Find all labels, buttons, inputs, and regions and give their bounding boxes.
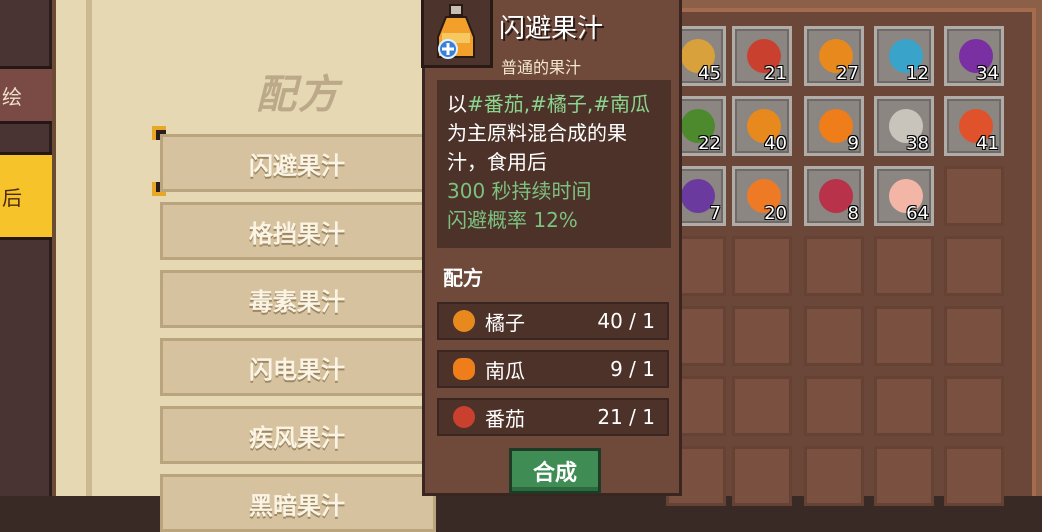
recipe-item-dodge-juice[interactable]: 闪避果汁 <box>160 134 436 192</box>
inventory-slot-empty[interactable] <box>944 166 1004 226</box>
item-count: 41 <box>976 133 999 154</box>
ingredient-qty: 21 / 1 <box>597 405 655 429</box>
item-count: 12 <box>906 63 929 84</box>
inventory-slot-empty[interactable] <box>804 446 864 506</box>
inventory-slot-empty[interactable] <box>874 236 934 296</box>
item-description: 以#番茄,#橘子,#南瓜 为主原料混合成的果 汁，食用后 300 秒持续时间 闪… <box>437 80 671 248</box>
inventory-slot-empty[interactable] <box>732 376 792 436</box>
item-count: 20 <box>764 203 787 224</box>
inventory-slot[interactable]: 34 <box>944 26 1004 86</box>
ingredient-row: 橘子 40 / 1 <box>437 302 669 340</box>
item-count: 40 <box>764 133 787 154</box>
inventory-slot-empty[interactable] <box>874 376 934 436</box>
item-title: 闪避果汁 <box>499 14 604 44</box>
recipe-item-toxin-juice[interactable]: 毒素果汁 <box>160 270 436 328</box>
inventory-slot-empty[interactable] <box>944 236 1004 296</box>
inventory-slot[interactable]: 41 <box>944 96 1004 156</box>
book-title: 配方 <box>256 72 340 118</box>
ingredient-row: 南瓜 9 / 1 <box>437 350 669 388</box>
item-count: 22 <box>698 133 721 154</box>
ingredient-qty: 9 / 1 <box>610 357 655 381</box>
inventory-slot-empty[interactable] <box>944 446 1004 506</box>
item-rarity: 普通的果汁 <box>501 58 582 77</box>
inventory-slot[interactable]: 20 <box>732 166 792 226</box>
tomato-icon <box>453 406 475 428</box>
inventory-slot-empty[interactable] <box>804 376 864 436</box>
item-tooltip: 闪避果汁 普通的果汁 以#番茄,#橘子,#南瓜 为主原料混合成的果 汁，食用后 … <box>421 0 682 496</box>
inventory-slot-empty[interactable] <box>732 446 792 506</box>
inventory-slot-empty[interactable] <box>804 306 864 366</box>
inventory-slot-empty[interactable] <box>732 236 792 296</box>
side-tab-label: 后 <box>2 185 22 210</box>
recipe-book: 配方 闪避果汁 格挡果汁 毒素果汁 闪电果汁 疾风果汁 黑暗果汁 <box>52 0 436 532</box>
inventory-slot-empty[interactable] <box>874 306 934 366</box>
desc-text: 汁，食用后 <box>447 150 547 174</box>
craft-button[interactable]: 合成 <box>509 448 601 494</box>
desc-text: 以 <box>447 92 467 116</box>
recipe-section-title: 配方 <box>443 266 483 290</box>
inventory-slot-empty[interactable] <box>804 236 864 296</box>
ingredient-name: 南瓜 <box>485 358 525 383</box>
item-count: 38 <box>906 133 929 154</box>
item-count: 45 <box>698 63 721 84</box>
item-icon-frame <box>421 0 493 68</box>
ingredient-name: 橘子 <box>485 310 525 335</box>
side-tab[interactable]: 绘 <box>0 66 58 124</box>
recipe-item-lightning-juice[interactable]: 闪电果汁 <box>160 338 436 396</box>
inventory-slot[interactable]: 21 <box>732 26 792 86</box>
pumpkin-icon <box>453 358 475 380</box>
item-count: 7 <box>709 203 721 224</box>
effect-dodge-chance: 闪避概率 12% <box>447 208 578 232</box>
desc-text: 为主原料混合成的果 <box>447 121 627 145</box>
side-tab-strip: 绘 后 <box>0 0 74 496</box>
inventory-slot-empty[interactable] <box>874 446 934 506</box>
inventory-slot[interactable]: 40 <box>732 96 792 156</box>
recipe-item-block-juice[interactable]: 格挡果汁 <box>160 202 436 260</box>
recipe-item-wind-juice[interactable]: 疾风果汁 <box>160 406 436 464</box>
inventory-slot[interactable]: 9 <box>804 96 864 156</box>
effect-duration: 300 秒持续时间 <box>447 179 592 203</box>
item-count: 21 <box>764 63 787 84</box>
inventory-slot-empty[interactable] <box>944 376 1004 436</box>
item-count: 34 <box>976 63 999 84</box>
item-count: 27 <box>836 63 859 84</box>
juice-bottle-icon <box>437 4 475 59</box>
recipe-item-dark-juice[interactable]: 黑暗果汁 <box>160 474 436 532</box>
inventory-slot[interactable]: 27 <box>804 26 864 86</box>
side-tab-label: 绘 <box>2 84 22 109</box>
inventory-slot[interactable]: 8 <box>804 166 864 226</box>
inventory-panel: 45 21 27 12 34 22 40 9 38 41 7 20 8 64 <box>666 0 1042 506</box>
inventory-slot[interactable]: 64 <box>874 166 934 226</box>
inventory-slot-empty[interactable] <box>944 306 1004 366</box>
item-count: 9 <box>847 133 859 154</box>
item-count: 8 <box>847 203 859 224</box>
item-count: 64 <box>906 203 929 224</box>
ingredient-row: 番茄 21 / 1 <box>437 398 669 436</box>
ingredient-name: 番茄 <box>485 406 525 431</box>
inventory-slot-empty[interactable] <box>732 306 792 366</box>
ingredient-qty: 40 / 1 <box>597 309 655 333</box>
inventory-slot[interactable]: 38 <box>874 96 934 156</box>
orange-icon <box>453 310 475 332</box>
desc-tags: #番茄,#橘子,#南瓜 <box>467 92 650 116</box>
inventory-slot[interactable]: 12 <box>874 26 934 86</box>
